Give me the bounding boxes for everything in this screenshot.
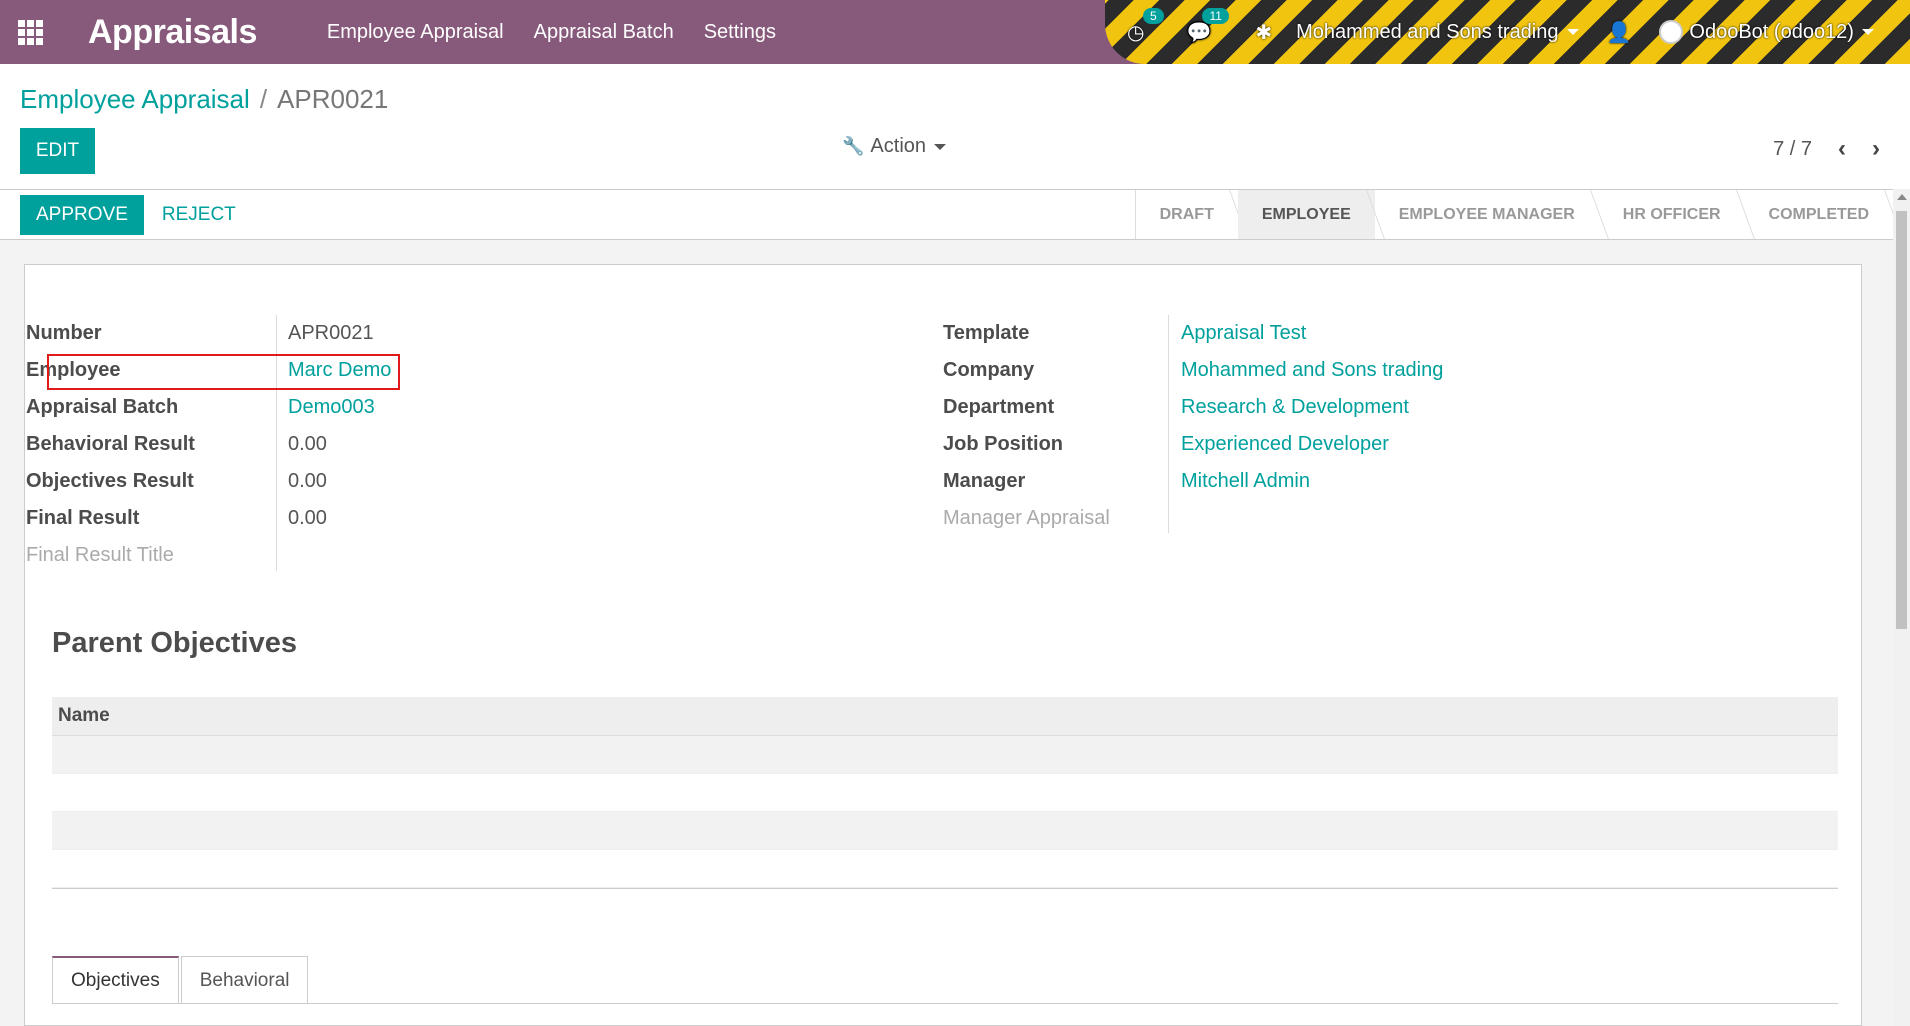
pager-value[interactable]: 7 / 7: [1773, 138, 1812, 161]
breadcrumb-separator: /: [259, 84, 268, 114]
caret-down-icon: [1861, 29, 1874, 35]
menu-settings[interactable]: Settings: [704, 21, 776, 44]
value-number: APR0021: [288, 322, 374, 344]
tab-objectives[interactable]: Objectives: [52, 956, 179, 1004]
value-company[interactable]: Mohammed and Sons trading: [1181, 359, 1443, 382]
value-department[interactable]: Research & Development: [1181, 396, 1409, 419]
approve-button[interactable]: APPROVE: [20, 194, 144, 235]
messaging-button[interactable]: 💬 11: [1186, 7, 1229, 45]
action-dropdown[interactable]: 🔧 Action: [842, 135, 947, 158]
table-row: [52, 736, 1838, 774]
breadcrumb-parent[interactable]: Employee Appraisal: [20, 84, 250, 115]
label-department: Department: [943, 396, 1055, 418]
action-label: Action: [870, 135, 927, 157]
user-icon: 👤: [1606, 21, 1632, 44]
company-switcher[interactable]: Mohammed and Sons trading: [1296, 20, 1579, 44]
label-objectives-result: Objectives Result: [26, 470, 194, 492]
table-row: [52, 812, 1838, 850]
activity-button[interactable]: ◷ 5: [1127, 7, 1164, 45]
table-row: [52, 850, 1838, 888]
label-behavioral-result: Behavioral Result: [26, 433, 195, 455]
breadcrumb-current: APR0021: [277, 84, 389, 114]
value-behavioral-result: 0.00: [288, 433, 327, 455]
label-final-result: Final Result: [26, 507, 140, 529]
scroll-up-icon[interactable]: [1897, 194, 1907, 200]
reject-button[interactable]: REJECT: [162, 204, 236, 226]
bug-icon: ✱: [1255, 21, 1273, 44]
column-header-name[interactable]: Name: [52, 697, 1838, 736]
chevron-right-icon[interactable]: ›: [1872, 135, 1880, 163]
vertical-scrollbar[interactable]: [1893, 189, 1910, 1026]
stage-pipeline: DRAFT EMPLOYEE EMPLOYEE MANAGER HR OFFIC…: [1134, 190, 1893, 239]
label-number: Number: [26, 322, 102, 344]
user-name: OdooBot (odoo12): [1689, 20, 1854, 43]
value-appraisal-batch[interactable]: Demo003: [288, 396, 375, 419]
label-job-position: Job Position: [943, 433, 1063, 455]
employee-highlight-box: [47, 354, 400, 390]
notebook-tabs: Objectives Behavioral: [52, 956, 310, 1004]
debug-button[interactable]: ✱: [1255, 20, 1272, 45]
apps-menu-icon[interactable]: [0, 0, 60, 64]
table-row: [52, 774, 1838, 812]
edit-button[interactable]: EDIT: [20, 128, 95, 174]
right-field-values: Appraisal Test Mohammed and Sons trading…: [1181, 315, 1581, 537]
label-manager: Manager: [943, 470, 1026, 492]
tab-behavioral[interactable]: Behavioral: [180, 956, 309, 1004]
label-template: Template: [943, 322, 1030, 344]
value-final-result: 0.00: [288, 507, 327, 529]
scroll-thumb[interactable]: [1896, 211, 1907, 629]
parent-objectives-table: Name: [52, 697, 1838, 889]
menu-employee-appraisal[interactable]: Employee Appraisal: [327, 21, 504, 44]
clock-icon: ◷: [1127, 21, 1145, 44]
user-icon-button[interactable]: 👤: [1607, 20, 1632, 45]
wrench-icon: 🔧: [842, 136, 865, 156]
breadcrumb: Employee Appraisal / APR0021: [20, 84, 388, 115]
value-job-position[interactable]: Experienced Developer: [1181, 433, 1389, 456]
menu-appraisal-batch[interactable]: Appraisal Batch: [534, 21, 674, 44]
pager: 7 / 7 ‹ ›: [1773, 135, 1880, 163]
systray: ◷ 5 💬 11 ✱ Mohammed and Sons trading 👤 O…: [1105, 0, 1910, 64]
messaging-badge: 11: [1202, 7, 1229, 24]
caret-down-icon: [1566, 29, 1579, 35]
avatar: [1659, 20, 1684, 44]
value-template[interactable]: Appraisal Test: [1181, 322, 1306, 345]
section-title-parent-objectives: Parent Objectives: [52, 627, 297, 659]
status-bar: APPROVE REJECT DRAFT EMPLOYEE EMPLOYEE M…: [0, 189, 1893, 240]
caret-down-icon: [934, 143, 947, 150]
right-field-labels: Template Company Department Job Position…: [943, 315, 1173, 537]
activity-badge: 5: [1143, 7, 1164, 24]
label-company: Company: [943, 359, 1035, 381]
label-manager-appraisal: Manager Appraisal: [943, 507, 1110, 529]
app-brand[interactable]: Appraisals: [88, 13, 257, 52]
label-final-result-title: Final Result Title: [26, 544, 174, 566]
right-divider: [1168, 315, 1169, 533]
top-navbar: Appraisals Employee Appraisal Appraisal …: [0, 0, 1910, 64]
value-manager[interactable]: Mitchell Admin: [1181, 470, 1310, 493]
table-footer: [52, 888, 1838, 889]
stage-employee-manager: EMPLOYEE MANAGER: [1375, 190, 1599, 239]
stage-draft: DRAFT: [1136, 190, 1238, 239]
value-objectives-result: 0.00: [288, 470, 327, 492]
stage-hr-officer: HR OFFICER: [1599, 190, 1745, 239]
tab-underline: [52, 1003, 1838, 1004]
company-name: Mohammed and Sons trading: [1296, 20, 1559, 43]
stage-employee: EMPLOYEE: [1237, 190, 1375, 239]
user-menu[interactable]: OdooBot (odoo12): [1659, 20, 1874, 44]
chevron-left-icon[interactable]: ‹: [1838, 135, 1846, 163]
stage-completed: COMPLETED: [1745, 190, 1893, 239]
label-appraisal-batch: Appraisal Batch: [26, 396, 179, 418]
